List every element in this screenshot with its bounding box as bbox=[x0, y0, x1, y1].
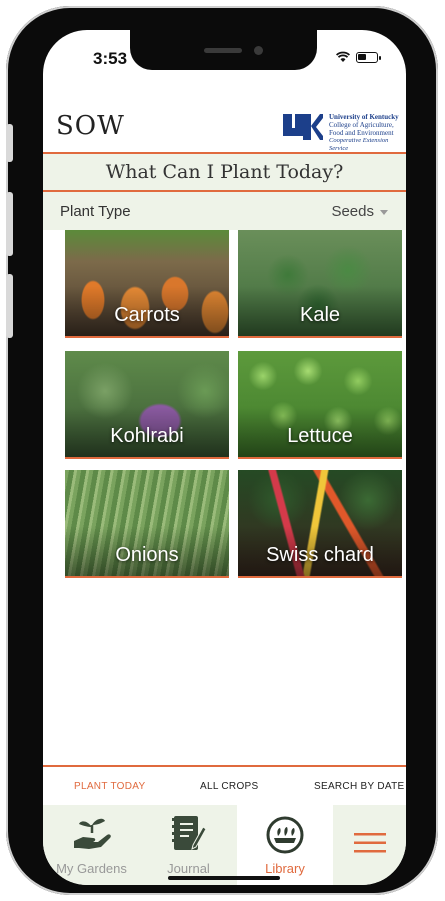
hand-plant-icon bbox=[73, 818, 111, 849]
journal-icon bbox=[171, 816, 207, 850]
plant-card-onions[interactable]: Onions bbox=[65, 470, 229, 578]
page-title: What Can I Plant Today? bbox=[43, 152, 406, 192]
plant-card-label: Onions bbox=[115, 544, 179, 566]
screen: 3:53 SOW University of Kentucky College … bbox=[43, 30, 406, 885]
subtab-plant-today[interactable]: PLANT TODAY bbox=[74, 781, 145, 792]
plant-type-dropdown[interactable]: Seeds bbox=[331, 203, 388, 220]
app-logo: SOW bbox=[56, 111, 125, 141]
notch bbox=[130, 30, 317, 70]
tab-journal[interactable]: Journal bbox=[140, 805, 237, 885]
plant-card-carrots[interactable]: Carrots bbox=[65, 230, 229, 338]
filter-label: Plant Type bbox=[60, 203, 131, 220]
plant-card-label: Carrots bbox=[114, 304, 180, 326]
sub-tabs: PLANT TODAY ALL CROPS SEARCH BY DATE bbox=[43, 765, 406, 807]
plant-card-swiss-chard[interactable]: Swiss chard bbox=[238, 470, 402, 578]
app-header: SOW University of Kentucky College of Ag… bbox=[43, 87, 406, 152]
plant-card-kale[interactable]: Kale bbox=[238, 230, 402, 338]
subtab-all-crops[interactable]: ALL CROPS bbox=[200, 781, 258, 792]
tab-library[interactable]: Library bbox=[237, 805, 333, 885]
tab-menu[interactable] bbox=[333, 805, 406, 885]
caret-down-icon bbox=[380, 209, 388, 215]
tab-label: Journal bbox=[167, 861, 210, 876]
plant-type-value: Seeds bbox=[331, 203, 374, 220]
tab-my-gardens[interactable]: My Gardens bbox=[43, 805, 140, 885]
library-icon bbox=[266, 816, 304, 854]
mute-switch bbox=[6, 124, 13, 162]
tab-label: My Gardens bbox=[56, 861, 127, 876]
volume-up-button bbox=[6, 192, 13, 256]
bottom-tab-bar: My Gardens Journal Library bbox=[43, 805, 406, 885]
plant-card-label: Kohlrabi bbox=[110, 425, 184, 447]
plant-card-label: Kale bbox=[299, 304, 341, 326]
status-icons bbox=[336, 51, 381, 63]
menu-icon bbox=[353, 833, 386, 853]
plant-card-label: Lettuce bbox=[287, 425, 353, 447]
status-time: 3:53 bbox=[93, 49, 128, 68]
org-text: University of Kentucky College of Agricu… bbox=[329, 113, 399, 152]
plant-card-lettuce[interactable]: Lettuce bbox=[238, 351, 402, 459]
battery-icon bbox=[356, 51, 381, 63]
volume-down-button bbox=[6, 274, 13, 338]
plant-card-kohlrabi[interactable]: Kohlrabi bbox=[65, 351, 229, 459]
phone-frame: 3:53 SOW University of Kentucky College … bbox=[6, 6, 438, 895]
wifi-icon bbox=[336, 51, 350, 62]
filter-bar[interactable]: Plant Type Seeds bbox=[43, 192, 406, 230]
plant-grid: Carrots Kale Kohlrabi Lettuce Onions Swi… bbox=[43, 230, 406, 765]
uk-logo-icon bbox=[283, 114, 323, 140]
tab-label: Library bbox=[265, 861, 305, 876]
subtab-search-by-date[interactable]: SEARCH BY DATE bbox=[314, 781, 405, 792]
plant-card-label: Swiss chard bbox=[266, 544, 374, 566]
home-indicator bbox=[168, 876, 280, 880]
